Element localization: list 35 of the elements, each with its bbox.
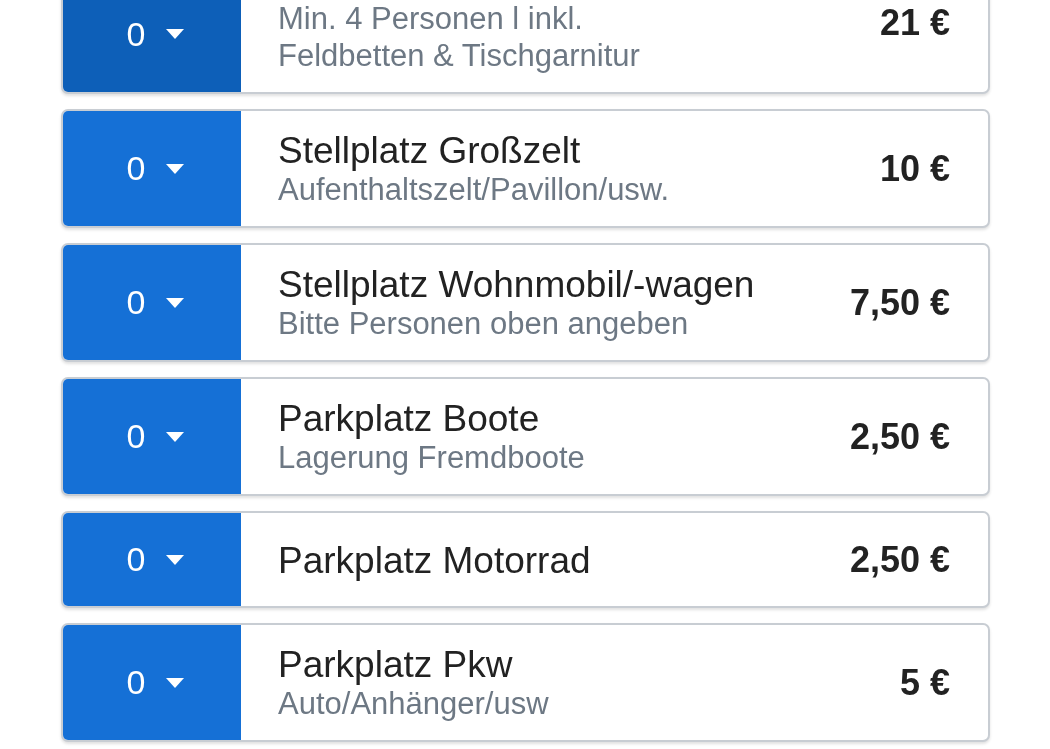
item-description: Aufenthaltszelt/Pavillon/usw. — [278, 171, 671, 208]
item-price: 7,50 € — [848, 280, 951, 325]
quantity-value: 0 — [126, 417, 146, 456]
quantity-dropdown[interactable]: 0 — [63, 513, 241, 606]
quantity-value: 0 — [126, 149, 146, 188]
item-title: Stellplatz Großzelt — [278, 131, 582, 171]
quantity-value: 0 — [126, 283, 146, 322]
item-price: 21 € — [878, 1, 951, 45]
item-description: Bitte Personen oben angeben — [278, 305, 690, 342]
item-title: Parkplatz Motorrad — [278, 540, 592, 581]
item-title: Stellplatz Wohnmobil/-wagen — [278, 265, 756, 305]
quantity-dropdown[interactable]: 0 — [63, 625, 241, 740]
item-title: Parkplatz Pkw — [278, 645, 514, 685]
item-description: Feldbetten & Tischgarnitur — [278, 37, 641, 74]
caret-icon — [165, 676, 186, 689]
caret-icon — [165, 28, 186, 40]
caret-icon — [165, 430, 186, 443]
quantity-dropdown[interactable]: 0 — [63, 0, 241, 92]
quantity-dropdown[interactable]: 0 — [63, 379, 241, 494]
item-price: 5 € — [898, 660, 951, 705]
quantity-dropdown[interactable]: 0 — [63, 245, 241, 360]
quantity-value: 0 — [126, 14, 146, 54]
caret-icon — [165, 296, 186, 309]
item-description: Lagerung Fremdboote — [278, 439, 586, 476]
item-price: 2,50 € — [848, 414, 951, 459]
item-description: Min. 4 Personen l inkl. — [278, 0, 584, 37]
quantity-value: 0 — [126, 663, 146, 702]
caret-icon — [165, 162, 186, 175]
item-price: 10 € — [878, 146, 951, 191]
quantity-dropdown[interactable]: 0 — [63, 111, 241, 226]
quantity-value: 0 — [126, 540, 146, 579]
item-title: Parkplatz Boote — [278, 399, 541, 439]
item-price: 2,50 € — [848, 537, 951, 582]
item-description: Auto/Anhänger/usw — [278, 685, 550, 722]
caret-icon — [165, 553, 186, 566]
